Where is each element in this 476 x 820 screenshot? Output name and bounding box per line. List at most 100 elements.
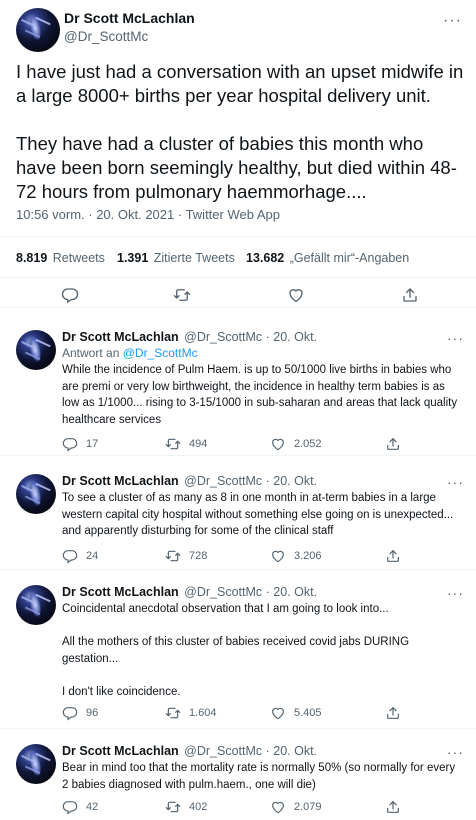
share-button[interactable]: [401, 286, 419, 304]
reply-tweet[interactable]: Dr Scott McLachlan @Dr_ScottMc · 20. Okt…: [0, 573, 476, 729]
more-icon[interactable]: ···: [447, 474, 464, 490]
tweet-timestamp[interactable]: 10:56 vorm. · 20. Okt. 2021 · Twitter We…: [16, 207, 280, 222]
avatar[interactable]: [16, 474, 56, 514]
main-tweet: Dr Scott McLachlan @Dr_ScottMc ··· I hav…: [0, 0, 476, 308]
like-icon: [270, 799, 286, 815]
reply-icon: [61, 286, 79, 304]
retweets-label: Retweets: [52, 251, 105, 265]
share-icon: [401, 286, 419, 304]
share-button[interactable]: [385, 436, 401, 452]
reply-tweet[interactable]: Dr Scott McLachlan @Dr_ScottMc · 20. Okt…: [0, 732, 476, 820]
quote-tweets-count: 1.391: [117, 251, 149, 265]
quote-tweets-label: Zitierte Tweets: [153, 251, 235, 265]
reply-icon: [62, 799, 78, 815]
reply-count: 42: [86, 801, 99, 813]
author-name[interactable]: Dr Scott McLachlan: [62, 330, 179, 344]
retweet-icon: [165, 436, 181, 452]
reply-icon: [62, 436, 78, 452]
author-handle[interactable]: @Dr_ScottMc: [64, 29, 148, 44]
like-icon: [270, 548, 286, 564]
reply-text: While the incidence of Pulm Haem. is up …: [62, 364, 461, 426]
retweet-count: 728: [189, 550, 208, 562]
retweet-button[interactable]: 402: [165, 799, 207, 815]
retweet-button[interactable]: 728: [165, 548, 207, 564]
more-icon[interactable]: ···: [447, 585, 464, 601]
reply-actions: 42 402 2.079: [62, 799, 462, 815]
retweet-count: 402: [189, 801, 208, 813]
more-icon[interactable]: ···: [443, 12, 462, 30]
like-button[interactable]: 3.206: [270, 548, 322, 564]
tweet-stats: 8.819 Retweets 1.391 Zitierte Tweets 13.…: [0, 236, 476, 278]
retweet-icon: [165, 548, 181, 564]
reply-tweet[interactable]: Dr Scott McLachlan @Dr_ScottMc · 20. Okt…: [0, 318, 476, 456]
author-handle[interactable]: @Dr_ScottMc · 20. Okt.: [184, 474, 317, 488]
reply-header: Dr Scott McLachlan @Dr_ScottMc · 20. Okt…: [62, 330, 317, 344]
reply-count: 24: [86, 550, 99, 562]
author-name[interactable]: Dr Scott McLachlan: [62, 585, 179, 599]
likes-count: 13.682: [246, 251, 285, 265]
reply-button[interactable]: 24: [62, 548, 98, 564]
retweet-icon: [165, 799, 181, 815]
author-name[interactable]: Dr Scott McLachlan: [64, 10, 195, 26]
avatar[interactable]: [16, 744, 56, 784]
retweet-button[interactable]: 1.604: [165, 705, 217, 721]
retweets-stat[interactable]: 8.819 Retweets: [16, 251, 105, 265]
share-icon: [385, 436, 401, 452]
author-handle[interactable]: @Dr_ScottMc · 20. Okt.: [184, 585, 317, 599]
more-icon[interactable]: ···: [447, 744, 464, 760]
reply-to: Antwort an @Dr_ScottMc: [62, 346, 198, 360]
reply-to-handle[interactable]: @Dr_ScottMc: [123, 346, 198, 360]
like-count: 2.079: [294, 801, 322, 813]
reply-text: To see a cluster of as many as 8 in one …: [62, 492, 457, 537]
retweets-count: 8.819: [16, 251, 48, 265]
reply-button[interactable]: 42: [62, 799, 98, 815]
reply-tweet[interactable]: Dr Scott McLachlan @Dr_ScottMc · 20. Okt…: [0, 462, 476, 570]
retweet-icon: [165, 705, 181, 721]
reply-icon: [62, 705, 78, 721]
retweet-button[interactable]: 494: [165, 436, 207, 452]
likes-stat[interactable]: 13.682 „Gefällt mir“-Angaben: [246, 251, 409, 265]
author-handle[interactable]: @Dr_ScottMc · 20. Okt.: [184, 744, 317, 758]
avatar[interactable]: [16, 330, 56, 370]
likes-label: „Gefällt mir“-Angaben: [289, 251, 410, 265]
retweet-count: 1.604: [189, 707, 217, 719]
like-icon: [287, 286, 305, 304]
retweet-icon: [173, 286, 191, 304]
reply-count: 96: [86, 707, 99, 719]
like-icon: [270, 705, 286, 721]
share-button[interactable]: [385, 548, 401, 564]
like-count: 2.052: [294, 438, 322, 450]
reply-button[interactable]: [61, 286, 79, 304]
like-count: 5.405: [294, 707, 322, 719]
author-handle[interactable]: @Dr_ScottMc · 20. Okt.: [184, 330, 317, 344]
reply-count: 17: [86, 438, 99, 450]
reply-text: Coincidental anecdotal observation that …: [62, 603, 410, 698]
quote-tweets-stat[interactable]: 1.391 Zitierte Tweets: [117, 251, 235, 265]
author-name[interactable]: Dr Scott McLachlan: [62, 744, 179, 758]
reply-header: Dr Scott McLachlan @Dr_ScottMc · 20. Okt…: [62, 474, 317, 488]
reply-icon: [62, 548, 78, 564]
reply-header: Dr Scott McLachlan @Dr_ScottMc · 20. Okt…: [62, 744, 317, 758]
like-button[interactable]: [287, 286, 305, 304]
reply-actions: 96 1.604 5.405: [62, 705, 462, 721]
more-icon[interactable]: ···: [447, 330, 464, 346]
tweet-actions: [0, 282, 476, 306]
reply-button[interactable]: 96: [62, 705, 98, 721]
reply-actions: 24 728 3.206: [62, 548, 462, 564]
share-button[interactable]: [385, 799, 401, 815]
like-button[interactable]: 2.052: [270, 436, 322, 452]
author-name[interactable]: Dr Scott McLachlan: [62, 474, 179, 488]
reply-button[interactable]: 17: [62, 436, 98, 452]
retweet-button[interactable]: [173, 286, 191, 304]
like-icon: [270, 436, 286, 452]
share-button[interactable]: [385, 705, 401, 721]
share-icon: [385, 548, 401, 564]
share-icon: [385, 705, 401, 721]
reply-text: Bear in mind too that the mortality rate…: [62, 762, 459, 791]
tweet-text: I have just had a conversation with an u…: [16, 61, 464, 202]
like-button[interactable]: 2.079: [270, 799, 322, 815]
avatar[interactable]: [16, 8, 60, 52]
like-button[interactable]: 5.405: [270, 705, 322, 721]
reply-header: Dr Scott McLachlan @Dr_ScottMc · 20. Okt…: [62, 585, 317, 599]
avatar[interactable]: [16, 585, 56, 625]
